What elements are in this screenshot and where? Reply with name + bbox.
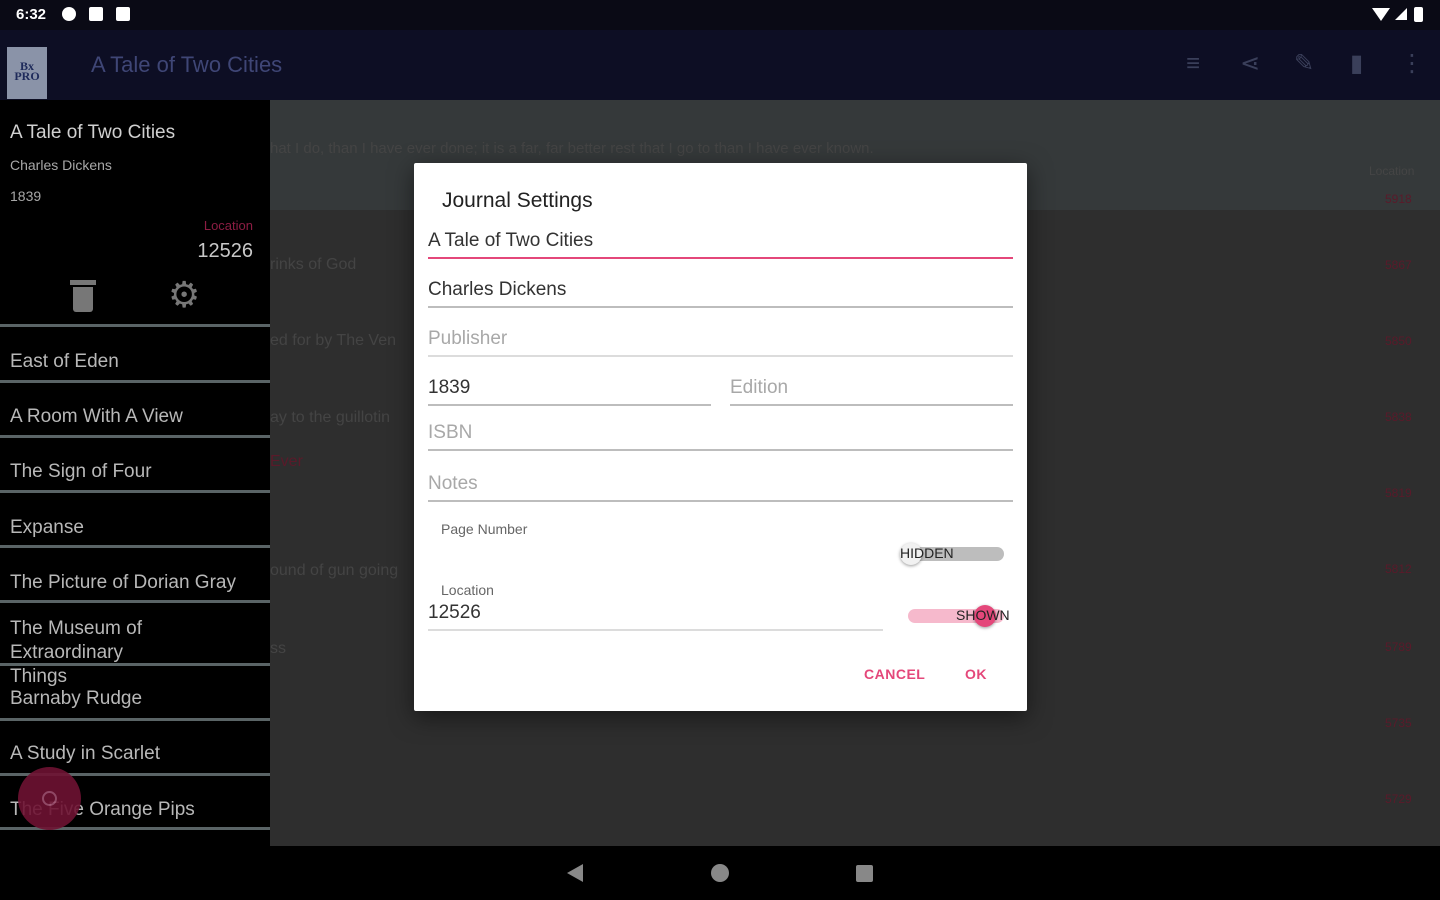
edit-icon[interactable]: ✎ bbox=[1294, 52, 1314, 76]
sidebar-book-item[interactable]: The Picture of Dorian Gray bbox=[0, 545, 270, 600]
sidebar-book-item[interactable]: A Study in Scarlet bbox=[0, 718, 270, 773]
signal-icon bbox=[1395, 8, 1407, 20]
sidebar-book-item[interactable]: The Museum of Extraordinary Things bbox=[0, 600, 270, 687]
location-field[interactable] bbox=[428, 585, 883, 631]
box-icon bbox=[89, 7, 103, 21]
location-input[interactable] bbox=[428, 585, 883, 629]
status-bar: 6:32 bbox=[0, 0, 1440, 30]
settings-icon bbox=[62, 7, 76, 21]
screen: 6:32 Bx PRO A Tale of Two Cities ≡ ⋖ ✎ ▮ … bbox=[0, 0, 1440, 900]
author-field[interactable] bbox=[428, 262, 1013, 308]
year-field[interactable] bbox=[428, 360, 711, 406]
entry-snippet[interactable]: ed for by The Ven bbox=[270, 332, 396, 350]
page-number-toggle[interactable]: HIDDEN bbox=[900, 543, 1004, 565]
gear-icon[interactable]: ⚙ bbox=[168, 277, 200, 313]
entry-location: 5789 bbox=[1385, 640, 1412, 654]
entry-location: 5918 bbox=[1385, 192, 1412, 206]
current-book-title: A Tale of Two Cities bbox=[10, 122, 176, 143]
location-toggle-label: SHOWN bbox=[956, 607, 1010, 623]
entry-location: 5819 bbox=[1385, 486, 1412, 500]
app-bar-title: A Tale of Two Cities bbox=[91, 52, 283, 77]
entry-snippet[interactable]: ay to the guillotin bbox=[270, 409, 390, 427]
title-input[interactable] bbox=[428, 213, 1013, 257]
dialog-title: Journal Settings bbox=[442, 189, 593, 212]
sidebar-book-item[interactable]: Barnaby Rudge bbox=[0, 663, 270, 718]
nav-bar bbox=[0, 846, 1440, 900]
entry-snippet[interactable]: ound of gun going bbox=[270, 562, 398, 580]
entry-location: 5729 bbox=[1385, 792, 1412, 806]
edition-input[interactable] bbox=[730, 360, 1013, 404]
current-location-label: Location bbox=[203, 218, 253, 233]
book-sidebar: A Tale of Two Cities Charles Dickens 183… bbox=[0, 100, 270, 846]
target-icon bbox=[42, 791, 57, 806]
back-icon[interactable] bbox=[567, 864, 583, 882]
app-bar: Bx PRO A Tale of Two Cities ≡ ⋖ ✎ ▮ ⋮ bbox=[0, 30, 1440, 100]
page-number-label: Page Number bbox=[441, 521, 528, 537]
entry-location: 5867 bbox=[1385, 258, 1412, 272]
current-book-year: 1839 bbox=[10, 188, 42, 204]
ok-button[interactable]: OK bbox=[965, 666, 987, 682]
entry-snippet[interactable]: rinks of God bbox=[270, 256, 356, 274]
sidebar-book-item[interactable]: A Room With A View bbox=[0, 380, 270, 435]
sidebar-book-item[interactable]: East of Eden bbox=[0, 324, 270, 380]
app-logo[interactable]: Bx PRO bbox=[7, 47, 47, 99]
filter-icon[interactable]: ≡ bbox=[1186, 52, 1200, 76]
entry-location: 5850 bbox=[1385, 334, 1412, 348]
notes-field[interactable] bbox=[428, 456, 1013, 502]
entry-location: 5735 bbox=[1385, 716, 1412, 730]
entry-location: 5838 bbox=[1385, 410, 1412, 424]
year-input[interactable] bbox=[428, 360, 711, 404]
sidebar-book-item[interactable]: Expanse bbox=[0, 490, 270, 545]
quote-text: hat I do, than I have ever done; it is a… bbox=[270, 140, 874, 157]
more-icon[interactable]: ⋮ bbox=[1400, 52, 1424, 76]
edition-field[interactable] bbox=[730, 360, 1013, 406]
battery-icon bbox=[1414, 7, 1423, 22]
location-header: Location bbox=[1369, 164, 1415, 178]
cancel-button[interactable]: CANCEL bbox=[864, 666, 925, 682]
entry-snippet[interactable]: ss bbox=[270, 640, 286, 658]
recents-icon[interactable] bbox=[856, 865, 873, 882]
current-location-value: 12526 bbox=[197, 240, 253, 262]
trash-icon[interactable] bbox=[70, 280, 96, 312]
publisher-field[interactable] bbox=[428, 311, 1013, 357]
current-book-author: Charles Dickens bbox=[10, 157, 112, 173]
entry-snippet[interactable]: Ever bbox=[270, 453, 303, 471]
notes-input[interactable] bbox=[428, 456, 1013, 500]
share-icon[interactable]: ⋖ bbox=[1240, 52, 1260, 76]
location-toggle[interactable]: SHOWN bbox=[908, 605, 1010, 627]
journal-settings-dialog: Journal Settings Pag bbox=[414, 163, 1027, 711]
add-entry-fab[interactable] bbox=[18, 767, 81, 830]
entry-location: 5812 bbox=[1385, 562, 1412, 576]
delete-icon[interactable]: ▮ bbox=[1350, 52, 1363, 76]
isbn-field[interactable] bbox=[428, 405, 1013, 451]
status-time: 6:32 bbox=[16, 6, 47, 23]
author-input[interactable] bbox=[428, 262, 1013, 306]
page-number-toggle-label: HIDDEN bbox=[900, 545, 954, 561]
wifi-icon bbox=[1372, 8, 1390, 21]
sd-card-icon bbox=[116, 7, 130, 21]
title-field[interactable] bbox=[428, 213, 1013, 259]
publisher-input[interactable] bbox=[428, 311, 1013, 355]
home-icon[interactable] bbox=[711, 864, 729, 882]
isbn-input[interactable] bbox=[428, 405, 1013, 449]
sidebar-book-item[interactable]: The Sign of Four bbox=[0, 435, 270, 490]
